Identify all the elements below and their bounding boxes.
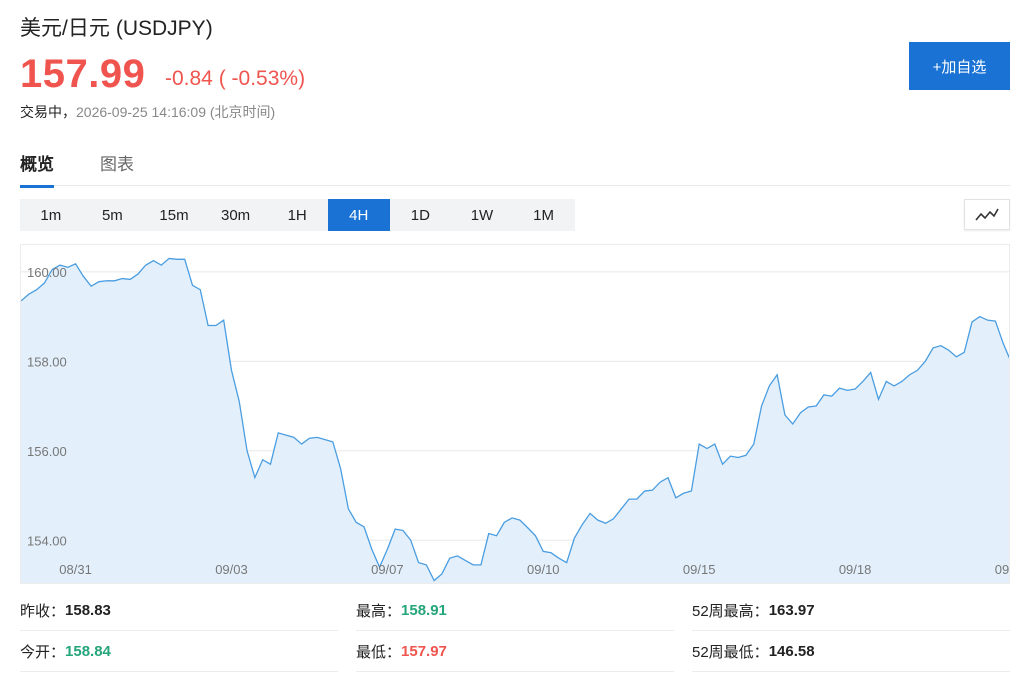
stat-open: 今开： 158.84: [20, 631, 338, 672]
period-selector: 1m 5m 15m 30m 1H 4H 1D 1W 1M: [20, 199, 575, 231]
stat-prev-close: 昨收： 158.83: [20, 590, 338, 631]
period-5m[interactable]: 5m: [82, 199, 144, 231]
x-tick-label: 09/07: [371, 562, 404, 577]
y-tick-label: 154.00: [27, 533, 67, 548]
price-change: -0.84 ( -0.53%): [165, 67, 306, 90]
y-tick-label: 160.00: [27, 265, 67, 280]
stat-value: 157.97: [401, 642, 447, 660]
stat-value: 163.97: [768, 601, 815, 619]
x-tick-label: 09/03: [215, 562, 248, 577]
stat-high: 最高： 158.91: [356, 590, 674, 631]
quote-header: 美元/日元 (USDJPY) 157.99 -0.84 ( -0.53%) 交易中…: [20, 10, 1024, 125]
instrument-title: 美元/日元 (USDJPY): [20, 12, 213, 42]
status-state: 交易中，: [20, 104, 76, 120]
chart-type-toggle[interactable]: [964, 199, 1010, 230]
period-1h[interactable]: 1H: [266, 199, 328, 231]
instrument-code: (USDJPY): [115, 17, 213, 40]
stat-low: 最低： 157.97: [356, 631, 674, 672]
x-tick-label: 09/22: [995, 562, 1010, 577]
trading-status: 交易中，2026-09-25 14:16:09 (北京时间): [20, 102, 275, 122]
period-4h[interactable]: 4H: [327, 199, 390, 231]
stat-label: 今开：: [20, 643, 66, 661]
x-tick-label: 09/15: [683, 562, 716, 577]
period-1w[interactable]: 1W: [451, 199, 513, 231]
stat-value: 158.83: [65, 601, 111, 619]
add-watchlist-button[interactable]: +加自选: [909, 42, 1010, 90]
stat-label: 52周最低：: [692, 643, 769, 661]
stat-52w-high: 52周最高： 163.97: [692, 590, 1010, 631]
period-30m[interactable]: 30m: [205, 199, 267, 231]
period-1mo[interactable]: 1M: [513, 199, 575, 231]
last-price: 157.99: [20, 52, 146, 96]
chart-area-fill: [21, 258, 1009, 583]
tab-overview[interactable]: 概览: [20, 150, 54, 188]
status-timezone: (北京时间): [209, 104, 276, 120]
y-tick-label: 158.00: [27, 354, 67, 369]
x-tick-label: 08/31: [59, 562, 92, 577]
stat-value: 158.84: [65, 642, 111, 660]
stat-label: 52周最高：: [692, 602, 769, 620]
instrument-name: 美元/日元: [20, 17, 110, 40]
x-tick-label: 09/18: [839, 562, 872, 577]
tab-chart[interactable]: 图表: [100, 150, 134, 185]
x-tick-label: 09/10: [527, 562, 560, 577]
period-1m[interactable]: 1m: [20, 199, 82, 231]
stat-value: 146.58: [768, 642, 815, 660]
stat-label: 最低：: [356, 643, 402, 661]
price-chart-svg: 160.00 158.00 156.00 154.00 08/31 09/03 09/07 0…: [21, 257, 1010, 583]
stat-label: 昨收：: [20, 602, 66, 620]
y-tick-label: 156.00: [27, 444, 67, 459]
line-chart-icon: [975, 208, 999, 221]
period-1d[interactable]: 1D: [390, 199, 452, 231]
stat-value: 158.91: [401, 601, 447, 619]
tab-bar: 概览 图表: [20, 146, 1010, 188]
status-time: 2026-09-25 14:16:09: [76, 104, 206, 120]
period-15m[interactable]: 15m: [143, 199, 205, 231]
stat-52w-low: 52周最低： 146.58: [692, 631, 1010, 672]
price-chart[interactable]: 160.00 158.00 156.00 154.00 08/31 09/03 09/07 0…: [20, 244, 1010, 584]
stat-label: 最高：: [356, 602, 402, 620]
quote-stats: 昨收： 158.83 最高： 158.91 52周最高： 163.97 今开： 158.…: [20, 590, 1010, 680]
